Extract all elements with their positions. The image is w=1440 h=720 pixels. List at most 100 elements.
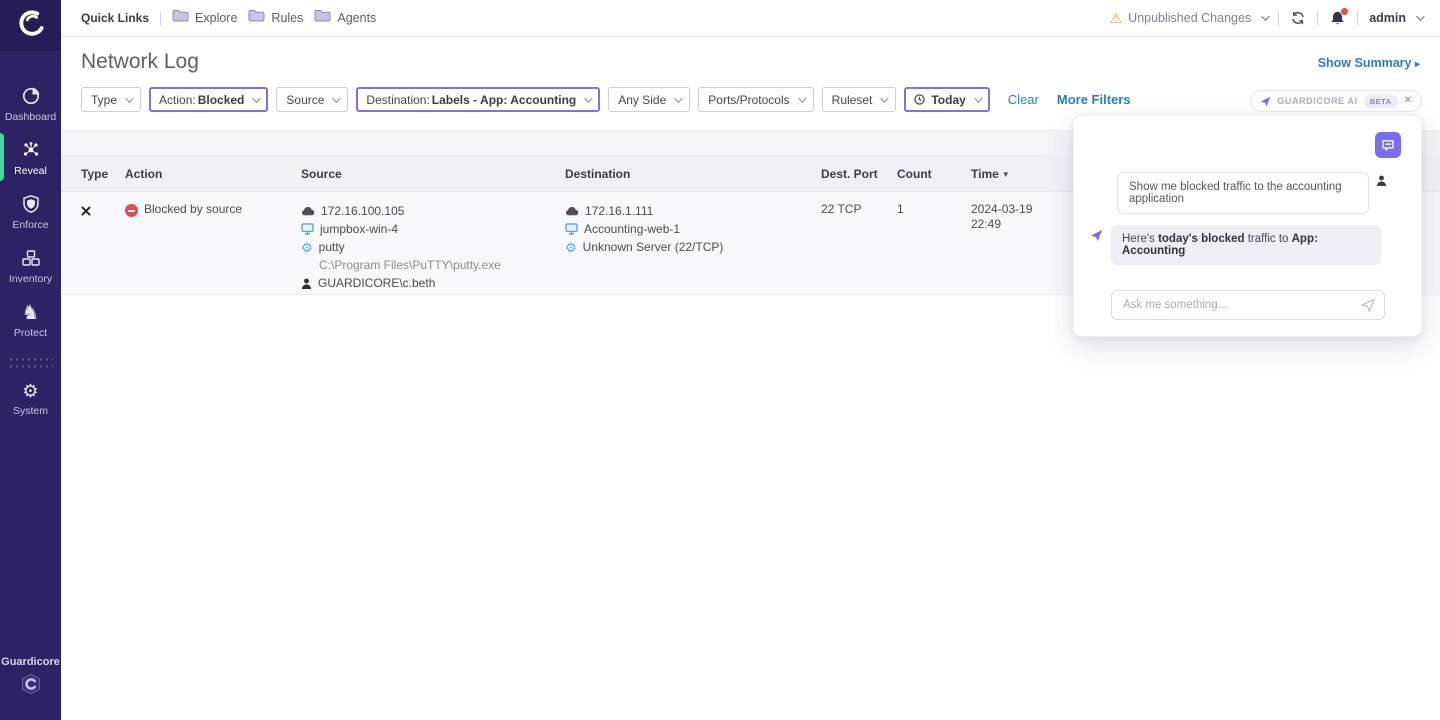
show-summary-link[interactable]: Show Summary ▸: [1318, 56, 1420, 70]
username-label: admin: [1369, 11, 1406, 25]
sort-desc-icon: ▼: [1002, 170, 1010, 179]
close-icon[interactable]: ✕: [1404, 96, 1412, 106]
source-user[interactable]: GUARDICORE\c.beth: [318, 276, 435, 290]
guardicore-ai-chip[interactable]: GUARDICORE AI BETA ✕: [1250, 90, 1422, 112]
filter-bar: Type Action: Blocked Source Destination:…: [81, 87, 1131, 112]
chevron-down-icon: [1416, 12, 1424, 20]
cloud-icon: [301, 206, 315, 216]
cell-source: 172.16.100.105 jumpbox-win-4 ⚙ putty C:\P…: [301, 202, 565, 294]
filter-type[interactable]: Type: [81, 87, 141, 112]
source-process-path: C:\Program Files\PuTTY\putty.exe: [301, 256, 565, 274]
guardicore-logo[interactable]: [0, 0, 61, 51]
folder-icon: [314, 9, 331, 27]
warning-icon: ⚠: [1110, 11, 1123, 25]
notifications-bell-icon[interactable]: [1329, 10, 1346, 27]
sidebar-brand-logo: [0, 672, 61, 696]
topbar-item-explore[interactable]: Explore: [172, 9, 237, 27]
chevron-down-icon: [881, 94, 889, 102]
dest-ip[interactable]: 172.16.1.111: [585, 204, 653, 218]
dest-service[interactable]: Unknown Server (22/TCP): [583, 240, 724, 254]
sidebar-item-inventory[interactable]: Inventory: [0, 248, 61, 285]
divider: [1278, 11, 1279, 26]
user-icon: [301, 278, 312, 289]
ai-chip-label: GUARDICORE AI: [1277, 96, 1357, 106]
shield-icon: [0, 194, 61, 216]
chess-knight-icon: ♞: [0, 302, 61, 324]
process-gear-icon: ⚙: [301, 241, 313, 254]
sidebar-item-label: Reveal: [0, 165, 61, 177]
monitor-icon: [565, 223, 578, 235]
more-filters-button[interactable]: More Filters: [1057, 92, 1131, 107]
ai-input-wrap: [1111, 290, 1385, 320]
source-process[interactable]: putty: [319, 240, 345, 254]
arrow-right-icon: ▸: [1415, 59, 1420, 70]
brand-swirl-icon: [16, 8, 46, 43]
restart-chat-button[interactable]: [1375, 132, 1401, 158]
filter-action[interactable]: Action: Blocked: [149, 87, 268, 112]
divider: [1317, 11, 1318, 26]
sidebar: Dashboard Reveal: [0, 0, 61, 720]
quick-links-label[interactable]: Quick Links: [81, 11, 149, 25]
unpublished-changes-menu[interactable]: ⚠ Unpublished Changes: [1110, 11, 1268, 25]
restart-chat-icon: [1381, 138, 1395, 152]
chevron-down-icon: [333, 94, 341, 102]
source-ip[interactable]: 172.16.100.105: [321, 204, 404, 218]
gear-icon: ⚙: [0, 380, 61, 402]
column-header-source[interactable]: Source: [301, 167, 565, 181]
filter-source[interactable]: Source: [276, 87, 348, 112]
source-host[interactable]: jumpbox-win-4: [320, 222, 398, 236]
sidebar-item-label: System: [0, 405, 61, 417]
refresh-icon[interactable]: [1290, 10, 1306, 26]
filter-ports-protocols[interactable]: Ports/Protocols: [698, 87, 813, 112]
topbar-left: Quick Links Explore Rules Agents: [81, 9, 376, 27]
topbar-right: ⚠ Unpublished Changes admin: [1110, 10, 1422, 27]
sidebar-item-label: Protect: [0, 327, 61, 339]
topbar-item-rules[interactable]: Rules: [248, 9, 303, 27]
chevron-down-icon: [1261, 12, 1269, 20]
divider: [1357, 11, 1358, 26]
filter-destination[interactable]: Destination: Labels - App: Accounting: [356, 87, 600, 112]
cell-type: [81, 202, 125, 294]
user-menu[interactable]: admin: [1369, 11, 1422, 25]
ask-me-input[interactable]: [1111, 290, 1385, 320]
filter-time-today[interactable]: Today: [904, 87, 989, 112]
chevron-down-icon: [253, 94, 261, 102]
sidebar-item-reveal[interactable]: Reveal: [0, 140, 61, 177]
sidebar-item-enforce[interactable]: Enforce: [0, 194, 61, 231]
column-header-action[interactable]: Action: [125, 167, 301, 181]
ai-message-bubble: Here's today's blocked traffic to App: A…: [1111, 225, 1381, 265]
cell-action: Blocked by source: [125, 202, 301, 220]
sidebar-item-system[interactable]: ⚙ System: [0, 380, 61, 417]
user-message-row: Show me blocked traffic to the accountin…: [1117, 172, 1387, 214]
paper-plane-icon: [1260, 96, 1271, 107]
monitor-icon: [301, 223, 314, 235]
chevron-down-icon: [584, 94, 592, 102]
network-graph-icon: [0, 140, 61, 162]
column-header-count[interactable]: Count: [897, 167, 971, 181]
blocked-x-icon: [81, 206, 91, 216]
dest-host[interactable]: Accounting-web-1: [584, 222, 680, 236]
cell-count: 1: [897, 202, 971, 294]
guardicore-ai-panel: Show me blocked traffic to the accountin…: [1073, 115, 1422, 337]
sidebar-item-protect[interactable]: ♞ Protect: [0, 302, 61, 339]
topbar-item-label: Agents: [337, 11, 376, 25]
sidebar-dotted-divider: [8, 356, 53, 370]
filter-ruleset[interactable]: Ruleset: [822, 87, 897, 112]
topbar-item-label: Rules: [271, 11, 303, 25]
user-message-bubble: Show me blocked traffic to the accountin…: [1117, 172, 1369, 214]
sidebar-item-label: Inventory: [0, 273, 61, 285]
chevron-down-icon: [125, 94, 133, 102]
clear-filters-button[interactable]: Clear: [1008, 92, 1039, 107]
column-header-dest-port[interactable]: Dest. Port: [821, 167, 897, 181]
divider: [160, 11, 161, 26]
column-header-type[interactable]: Type: [81, 167, 125, 181]
folder-icon: [248, 9, 265, 27]
send-icon[interactable]: [1360, 297, 1376, 318]
column-header-destination[interactable]: Destination: [565, 167, 821, 181]
blocked-icon: [125, 204, 138, 217]
filter-any-side[interactable]: Any Side: [608, 87, 690, 112]
topbar-item-agents[interactable]: Agents: [314, 9, 376, 27]
sidebar-brand-text: Guardicore: [0, 656, 61, 668]
sidebar-item-dashboard[interactable]: Dashboard: [0, 86, 61, 123]
service-gear-icon: ⚙: [565, 241, 577, 254]
